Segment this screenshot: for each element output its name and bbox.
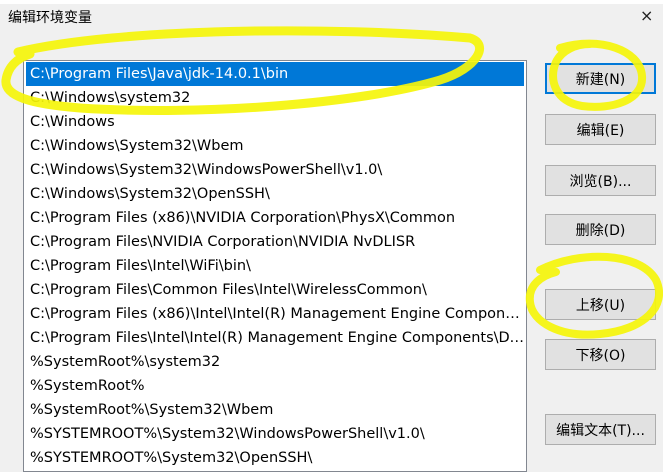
path-list-item[interactable]: C:\Windows\system32	[24, 86, 526, 110]
delete-button[interactable]: 删除(D)	[545, 214, 656, 245]
close-icon[interactable]: ×	[640, 6, 653, 26]
path-list[interactable]: C:\Program Files\Java\jdk-14.0.1\bin C:\W…	[23, 60, 527, 472]
dialog-title: 编辑环境变量	[8, 10, 92, 26]
path-list-item[interactable]: C:\Program Files\NVIDIA Corporation\NVID…	[24, 230, 526, 254]
path-list-item[interactable]: C:\Program Files (x86)\Intel\Intel(R) Ma…	[24, 302, 526, 326]
browse-button[interactable]: 浏览(B)...	[545, 165, 656, 196]
path-list-item[interactable]: C:\Windows	[24, 110, 526, 134]
path-list-item[interactable]: C:\Program Files\Intel\WiFi\bin\	[24, 254, 526, 278]
path-list-item[interactable]: %SystemRoot%\system32	[24, 350, 526, 374]
path-list-item[interactable]: C:\Program Files\Common Files\Intel\Wire…	[24, 278, 526, 302]
path-list-item[interactable]: %SystemRoot%	[24, 374, 526, 398]
path-list-item[interactable]: %SYSTEMROOT%\System32\WindowsPowerShell\…	[24, 422, 526, 446]
title-strip	[0, 0, 663, 4]
path-list-item[interactable]: %SYSTEMROOT%\System32\OpenSSH\	[24, 446, 526, 470]
path-list-item[interactable]: C:\Program Files\Java\jdk-14.0.1\bin	[26, 62, 524, 86]
path-list-item[interactable]: C:\Windows\System32\Wbem	[24, 134, 526, 158]
path-list-item[interactable]: C:\Windows\System32\WindowsPowerShell\v1…	[24, 158, 526, 182]
edit-text-button[interactable]: 编辑文本(T)...	[545, 414, 656, 445]
edit-button[interactable]: 编辑(E)	[545, 114, 656, 145]
path-list-item[interactable]: C:\Windows\System32\OpenSSH\	[24, 182, 526, 206]
new-button[interactable]: 新建(N)	[545, 63, 656, 94]
path-list-item[interactable]: C:\Program Files\Intel\Intel(R) Manageme…	[24, 326, 526, 350]
path-list-item[interactable]: %SystemRoot%\System32\Wbem	[24, 398, 526, 422]
path-list-item[interactable]: C:\Program Files (x86)\NVIDIA Corporatio…	[24, 206, 526, 230]
move-up-button[interactable]: 上移(U)	[545, 289, 656, 320]
move-down-button[interactable]: 下移(O)	[545, 339, 656, 370]
